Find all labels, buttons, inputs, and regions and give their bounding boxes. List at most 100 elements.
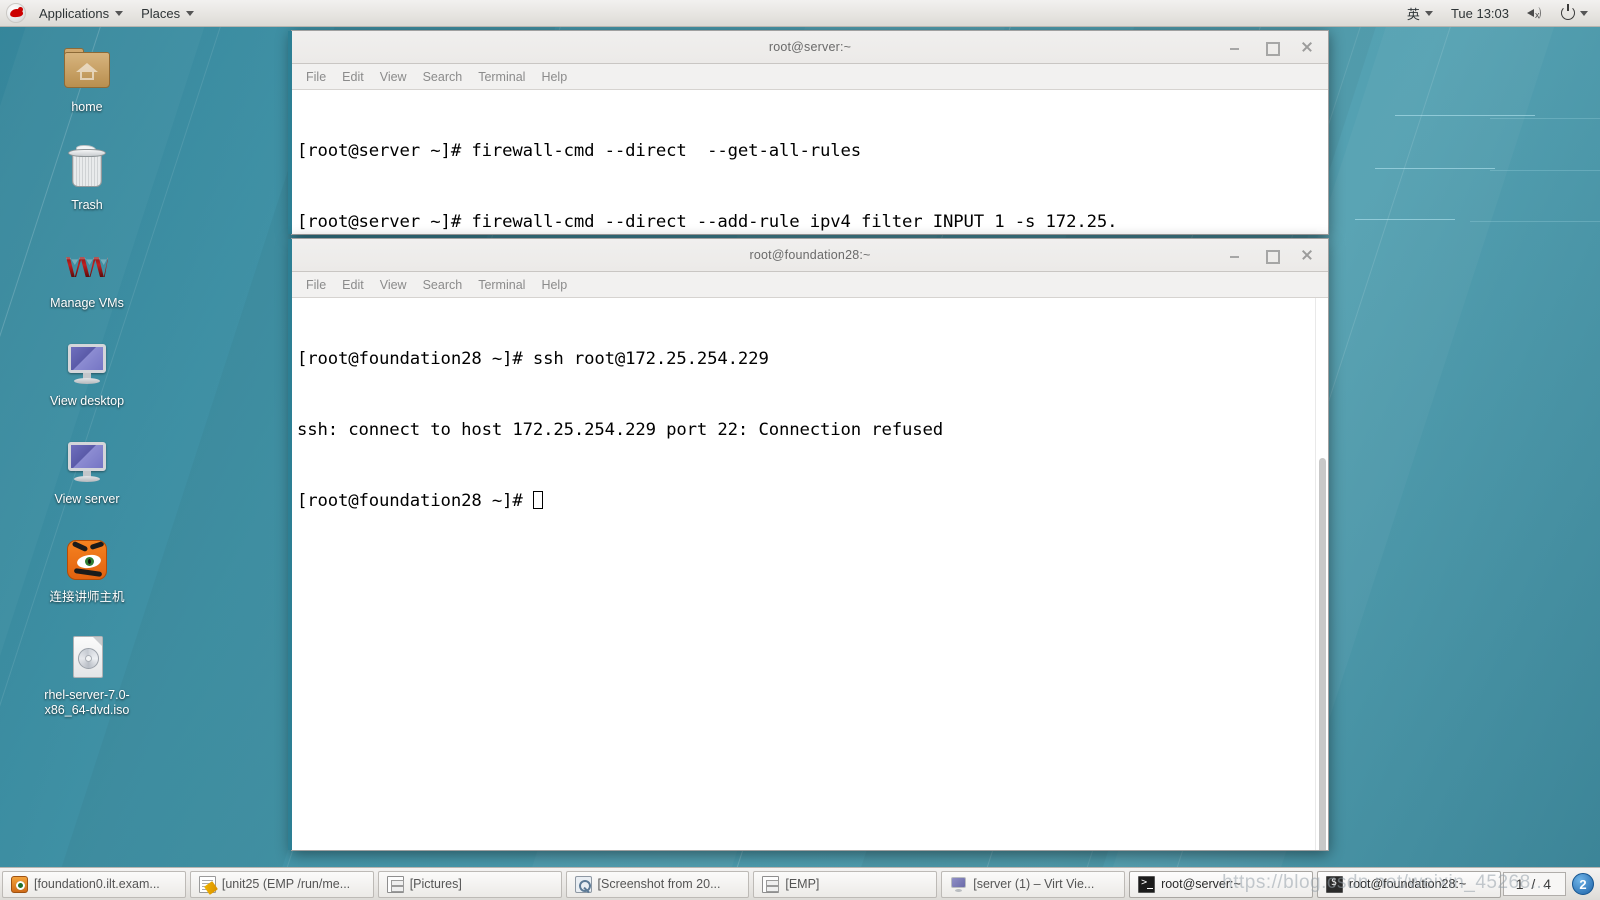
taskbar-item-label: root@server:~: [1161, 877, 1241, 891]
close-button[interactable]: [1300, 248, 1314, 262]
applications-menu[interactable]: Applications: [30, 0, 132, 27]
terminal-window-foundation[interactable]: root@foundation28:~ File Edit View Searc…: [288, 238, 1329, 851]
desktop-icon-label: Manage VMs: [50, 296, 124, 310]
chevron-down-icon: [186, 10, 195, 16]
desktop-icon-label: rhel-server-7.0-x86_64-dvd.iso: [44, 688, 130, 717]
file-manager-icon: [762, 875, 780, 893]
notepad-icon: [198, 875, 216, 893]
terminal-window-server[interactable]: root@server:~ File Edit View Search Term…: [288, 30, 1329, 235]
taskbar-item-virt-viewer[interactable]: [server (1) – Virt Vie...: [941, 870, 1126, 898]
taskbar-item-foundation0[interactable]: [foundation0.ilt.exam...: [2, 870, 186, 898]
taskbar-item-unit25[interactable]: [unit25 (EMP /run/me...: [189, 870, 374, 898]
desktop-icon-label: View server: [54, 492, 120, 506]
redhat-logo-icon[interactable]: [6, 3, 26, 23]
workspace-badge[interactable]: 2: [1572, 873, 1594, 895]
terminal-scrollbar[interactable]: [1315, 298, 1328, 850]
menu-file[interactable]: File: [298, 67, 334, 87]
menu-edit[interactable]: Edit: [334, 67, 372, 87]
minimize-button[interactable]: [1228, 248, 1242, 262]
desktop-icon-connect-teacher[interactable]: 连接讲师主机: [32, 535, 142, 605]
vmm-icon: [62, 241, 112, 291]
desktop-icon-view-desktop[interactable]: View desktop: [32, 339, 142, 409]
desktop-icon-label: Trash: [71, 198, 103, 212]
maximize-button[interactable]: [1264, 248, 1280, 264]
close-button[interactable]: [1300, 40, 1314, 54]
monitor-icon: [62, 339, 112, 389]
virt-viewer-icon: [950, 876, 967, 893]
menu-search[interactable]: Search: [415, 67, 471, 87]
folder-home-icon: [62, 45, 112, 95]
system-menu-button[interactable]: [1553, 0, 1596, 27]
taskbar-item-label: root@foundation28:~: [1348, 877, 1467, 891]
taskbar-item-pictures[interactable]: [Pictures]: [377, 870, 562, 898]
chevron-down-icon: [115, 10, 124, 16]
window-title: root@foundation28:~: [749, 248, 871, 262]
desktop-icon-view-server[interactable]: View server: [32, 437, 142, 507]
chevron-down-icon: [1424, 10, 1433, 16]
monitor-icon: [62, 437, 112, 487]
clock-label: Tue 13:03: [1450, 5, 1509, 21]
scrollbar-thumb[interactable]: [1319, 458, 1326, 850]
desktop-icon-home[interactable]: home: [32, 45, 142, 115]
taskbar-item-label: [EMP]: [785, 877, 820, 891]
maximize-button[interactable]: [1264, 40, 1280, 56]
menu-view[interactable]: View: [372, 275, 415, 295]
terminal-line: [root@server ~]# firewall-cmd --direct -…: [297, 211, 1118, 232]
menu-search[interactable]: Search: [415, 275, 471, 295]
taskbar-item-root-server[interactable]: root@server:~: [1129, 870, 1313, 898]
menu-help[interactable]: Help: [533, 67, 575, 87]
terminal-output-foundation: [root@foundation28 ~]# ssh root@172.25.2…: [292, 298, 1315, 850]
taskbar-item-label: [unit25 (EMP /run/me...: [221, 877, 351, 891]
menu-file[interactable]: File: [298, 275, 334, 295]
terminal-line: [root@server ~]# firewall-cmd --direct -…: [297, 140, 861, 161]
file-manager-icon: [386, 875, 404, 893]
desktop-icon-trash[interactable]: Trash: [32, 143, 142, 213]
places-menu-label: Places: [141, 5, 181, 21]
taskbar-item-root-foundation28[interactable]: root@foundation28:~: [1316, 870, 1501, 898]
minimize-button[interactable]: [1228, 40, 1242, 54]
volume-button[interactable]: x: [1519, 0, 1551, 27]
menu-edit[interactable]: Edit: [334, 275, 372, 295]
volume-muted-icon: x: [1527, 6, 1543, 20]
clock[interactable]: Tue 13:03: [1443, 0, 1517, 27]
terminal-icon: [1325, 875, 1343, 893]
terminal-body-foundation[interactable]: [root@foundation28 ~]# ssh root@172.25.2…: [292, 298, 1328, 850]
disc-file-icon: [62, 633, 112, 683]
titlebar-foundation[interactable]: root@foundation28:~: [292, 239, 1328, 272]
desktop-icon-label: View desktop: [49, 394, 125, 408]
taskbar-item-label: [server (1) – Virt Vie...: [973, 877, 1095, 891]
workspace-switcher[interactable]: 1 / 4 2: [1502, 872, 1600, 896]
titlebar-server[interactable]: root@server:~: [292, 31, 1328, 64]
tiger-eye-icon: [62, 535, 112, 585]
menu-view[interactable]: View: [372, 67, 415, 87]
terminal-line: [root@foundation28 ~]# ssh root@172.25.2…: [297, 348, 769, 369]
window-title: root@server:~: [768, 40, 852, 54]
terminal-prompt: [root@foundation28 ~]#: [297, 491, 533, 512]
workspace-count[interactable]: 1 / 4: [1502, 872, 1566, 896]
menu-terminal[interactable]: Terminal: [470, 67, 533, 87]
desktop-icon-label: home: [71, 100, 103, 114]
menubar-server[interactable]: File Edit View Search Terminal Help: [292, 64, 1328, 90]
taskbar-item-emp[interactable]: [EMP]: [753, 870, 938, 898]
menubar-foundation[interactable]: File Edit View Search Terminal Help: [292, 272, 1328, 298]
menu-terminal[interactable]: Terminal: [470, 275, 533, 295]
input-method-label: 英: [1406, 6, 1420, 22]
input-method-indicator[interactable]: 英: [1399, 0, 1441, 27]
taskbar-item-label: [Pictures]: [409, 877, 462, 891]
terminal-icon: [1138, 875, 1156, 893]
desktop-icon-manage-vms[interactable]: Manage VMs: [32, 241, 142, 311]
terminal-body-server[interactable]: [root@server ~]# firewall-cmd --direct -…: [292, 90, 1328, 234]
terminal-output-server: [root@server ~]# firewall-cmd --direct -…: [292, 90, 1328, 234]
taskbar-item-screenshot[interactable]: [Screenshot from 20...: [565, 870, 750, 898]
terminal-cursor: [532, 491, 543, 510]
jar-icon: [11, 875, 28, 893]
taskbar-item-label: [foundation0.ilt.exam...: [34, 877, 160, 891]
taskbar: [foundation0.ilt.exam... [unit25 (EMP /r…: [0, 867, 1600, 900]
top-panel: Applications Places 英 Tue 13:03 x: [0, 0, 1600, 27]
desktop-icon-rhel-iso[interactable]: rhel-server-7.0-x86_64-dvd.iso: [32, 633, 142, 718]
menu-help[interactable]: Help: [533, 275, 575, 295]
places-menu[interactable]: Places: [132, 0, 203, 27]
taskbar-item-label: [Screenshot from 20...: [597, 877, 721, 891]
applications-menu-label: Applications: [39, 5, 110, 21]
chevron-down-icon: [1580, 10, 1588, 16]
